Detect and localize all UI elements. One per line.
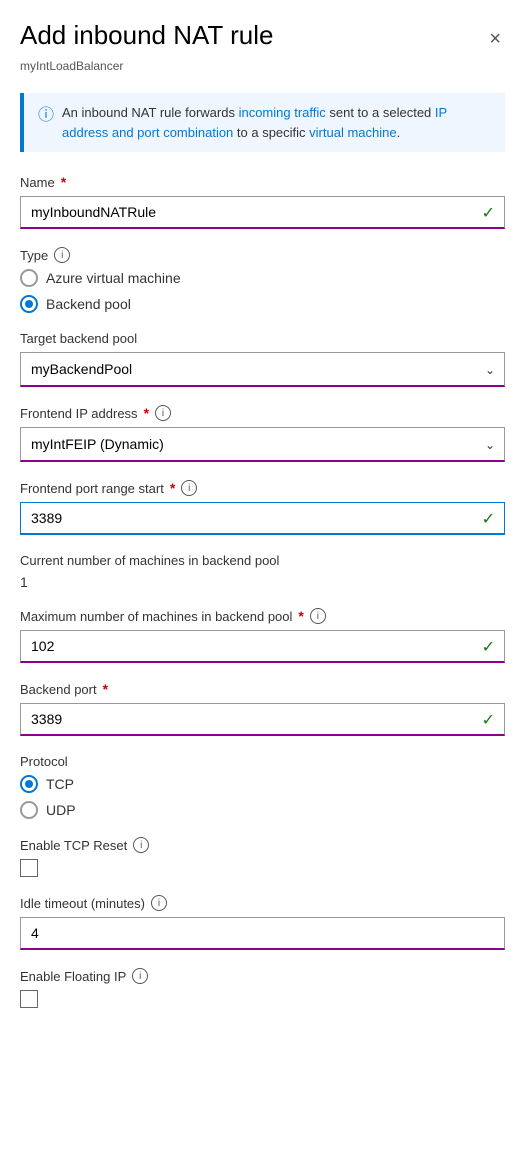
backend-port-required-marker: * <box>103 681 108 697</box>
enable-floating-ip-group: Enable Floating IP i <box>20 968 505 1008</box>
target-backend-pool-select-wrapper: myBackendPool ⌄ <box>20 352 505 387</box>
current-machines-value: 1 <box>20 574 505 590</box>
enable-tcp-reset-info-icon[interactable]: i <box>133 837 149 853</box>
target-backend-pool-label-row: Target backend pool <box>20 331 505 346</box>
idle-timeout-label-row: Idle timeout (minutes) i <box>20 895 505 911</box>
backend-port-group: Backend port * ✓ <box>20 681 505 736</box>
type-backend-radio[interactable] <box>20 295 38 313</box>
frontend-port-range-group: Frontend port range start * i ✓ <box>20 480 505 535</box>
info-text: An inbound NAT rule forwards incoming tr… <box>62 103 491 142</box>
type-radio-group: Azure virtual machine Backend pool <box>20 269 505 313</box>
protocol-tcp-label: TCP <box>46 776 74 792</box>
backend-port-label: Backend port <box>20 682 97 697</box>
backend-port-input-wrapper: ✓ <box>20 703 505 736</box>
idle-timeout-label: Idle timeout (minutes) <box>20 896 145 911</box>
enable-tcp-reset-label: Enable TCP Reset <box>20 838 127 853</box>
backend-port-check-icon: ✓ <box>482 710 495 730</box>
type-vm-label: Azure virtual machine <box>46 270 181 286</box>
max-machines-check-icon: ✓ <box>482 637 495 657</box>
info-banner: ⓘ An inbound NAT rule forwards incoming … <box>20 93 505 152</box>
name-label-row: Name * <box>20 174 505 190</box>
type-label: Type <box>20 248 48 263</box>
frontend-ip-select[interactable]: myIntFEIP (Dynamic) <box>20 427 505 462</box>
frontend-ip-select-wrapper: myIntFEIP (Dynamic) ⌄ <box>20 427 505 462</box>
max-machines-info-icon[interactable]: i <box>310 608 326 624</box>
enable-tcp-reset-group: Enable TCP Reset i <box>20 837 505 877</box>
info-icon: ⓘ <box>38 104 54 142</box>
frontend-ip-required-marker: * <box>144 405 149 421</box>
type-backend-option[interactable]: Backend pool <box>20 295 505 313</box>
backend-port-label-row: Backend port * <box>20 681 505 697</box>
frontend-ip-label: Frontend IP address <box>20 406 138 421</box>
enable-floating-ip-checkbox[interactable] <box>20 990 38 1008</box>
idle-timeout-input-wrapper <box>20 917 505 950</box>
enable-floating-ip-label-row: Enable Floating IP i <box>20 968 505 984</box>
frontend-ip-label-row: Frontend IP address * i <box>20 405 505 421</box>
frontend-port-range-label: Frontend port range start <box>20 481 164 496</box>
protocol-udp-option[interactable]: UDP <box>20 801 505 819</box>
type-vm-radio[interactable] <box>20 269 38 287</box>
max-machines-required-marker: * <box>298 608 303 624</box>
type-info-icon[interactable]: i <box>54 247 70 263</box>
enable-floating-ip-info-icon[interactable]: i <box>132 968 148 984</box>
name-field-group: Name * ✓ <box>20 174 505 229</box>
enable-floating-ip-checkbox-item[interactable] <box>20 990 505 1008</box>
idle-timeout-info-icon[interactable]: i <box>151 895 167 911</box>
protocol-label-row: Protocol <box>20 754 505 769</box>
max-machines-label-row: Maximum number of machines in backend po… <box>20 608 505 624</box>
name-label: Name <box>20 175 55 190</box>
protocol-udp-label: UDP <box>46 802 76 818</box>
subtitle: myIntLoadBalancer <box>20 59 505 73</box>
type-backend-label: Backend pool <box>46 296 131 312</box>
frontend-port-range-label-row: Frontend port range start * i <box>20 480 505 496</box>
max-machines-label: Maximum number of machines in backend po… <box>20 609 292 624</box>
max-machines-group: Maximum number of machines in backend po… <box>20 608 505 663</box>
protocol-label: Protocol <box>20 754 68 769</box>
max-machines-input[interactable] <box>20 630 505 663</box>
target-backend-pool-group: Target backend pool myBackendPool ⌄ <box>20 331 505 387</box>
target-backend-pool-select[interactable]: myBackendPool <box>20 352 505 387</box>
current-machines-group: Current number of machines in backend po… <box>20 553 505 590</box>
frontend-ip-group: Frontend IP address * i myIntFEIP (Dynam… <box>20 405 505 462</box>
protocol-tcp-radio[interactable] <box>20 775 38 793</box>
target-backend-pool-label: Target backend pool <box>20 331 137 346</box>
name-input[interactable] <box>20 196 505 229</box>
name-input-wrapper: ✓ <box>20 196 505 229</box>
current-machines-label: Current number of machines in backend po… <box>20 553 279 568</box>
idle-timeout-group: Idle timeout (minutes) i <box>20 895 505 950</box>
type-label-row: Type i <box>20 247 505 263</box>
frontend-port-range-required-marker: * <box>170 480 175 496</box>
current-machines-label-row: Current number of machines in backend po… <box>20 553 505 568</box>
frontend-port-range-input-wrapper: ✓ <box>20 502 505 535</box>
enable-tcp-reset-checkbox[interactable] <box>20 859 38 877</box>
type-field-group: Type i Azure virtual machine Backend poo… <box>20 247 505 313</box>
enable-tcp-reset-label-row: Enable TCP Reset i <box>20 837 505 853</box>
protocol-group: Protocol TCP UDP <box>20 754 505 819</box>
protocol-radio-group: TCP UDP <box>20 775 505 819</box>
dialog-header: Add inbound NAT rule × <box>20 20 505 55</box>
enable-floating-ip-label: Enable Floating IP <box>20 969 126 984</box>
backend-port-input[interactable] <box>20 703 505 736</box>
enable-tcp-reset-checkbox-item[interactable] <box>20 859 505 877</box>
frontend-ip-info-icon[interactable]: i <box>155 405 171 421</box>
frontend-port-range-info-icon[interactable]: i <box>181 480 197 496</box>
max-machines-input-wrapper: ✓ <box>20 630 505 663</box>
name-check-icon: ✓ <box>482 203 495 223</box>
idle-timeout-input[interactable] <box>20 917 505 950</box>
protocol-tcp-option[interactable]: TCP <box>20 775 505 793</box>
name-required-marker: * <box>61 174 66 190</box>
frontend-port-range-input[interactable] <box>20 502 505 535</box>
close-button[interactable]: × <box>485 24 505 55</box>
frontend-port-range-check-icon: ✓ <box>482 509 495 529</box>
page-title: Add inbound NAT rule <box>20 20 273 51</box>
type-vm-option[interactable]: Azure virtual machine <box>20 269 505 287</box>
protocol-udp-radio[interactable] <box>20 801 38 819</box>
